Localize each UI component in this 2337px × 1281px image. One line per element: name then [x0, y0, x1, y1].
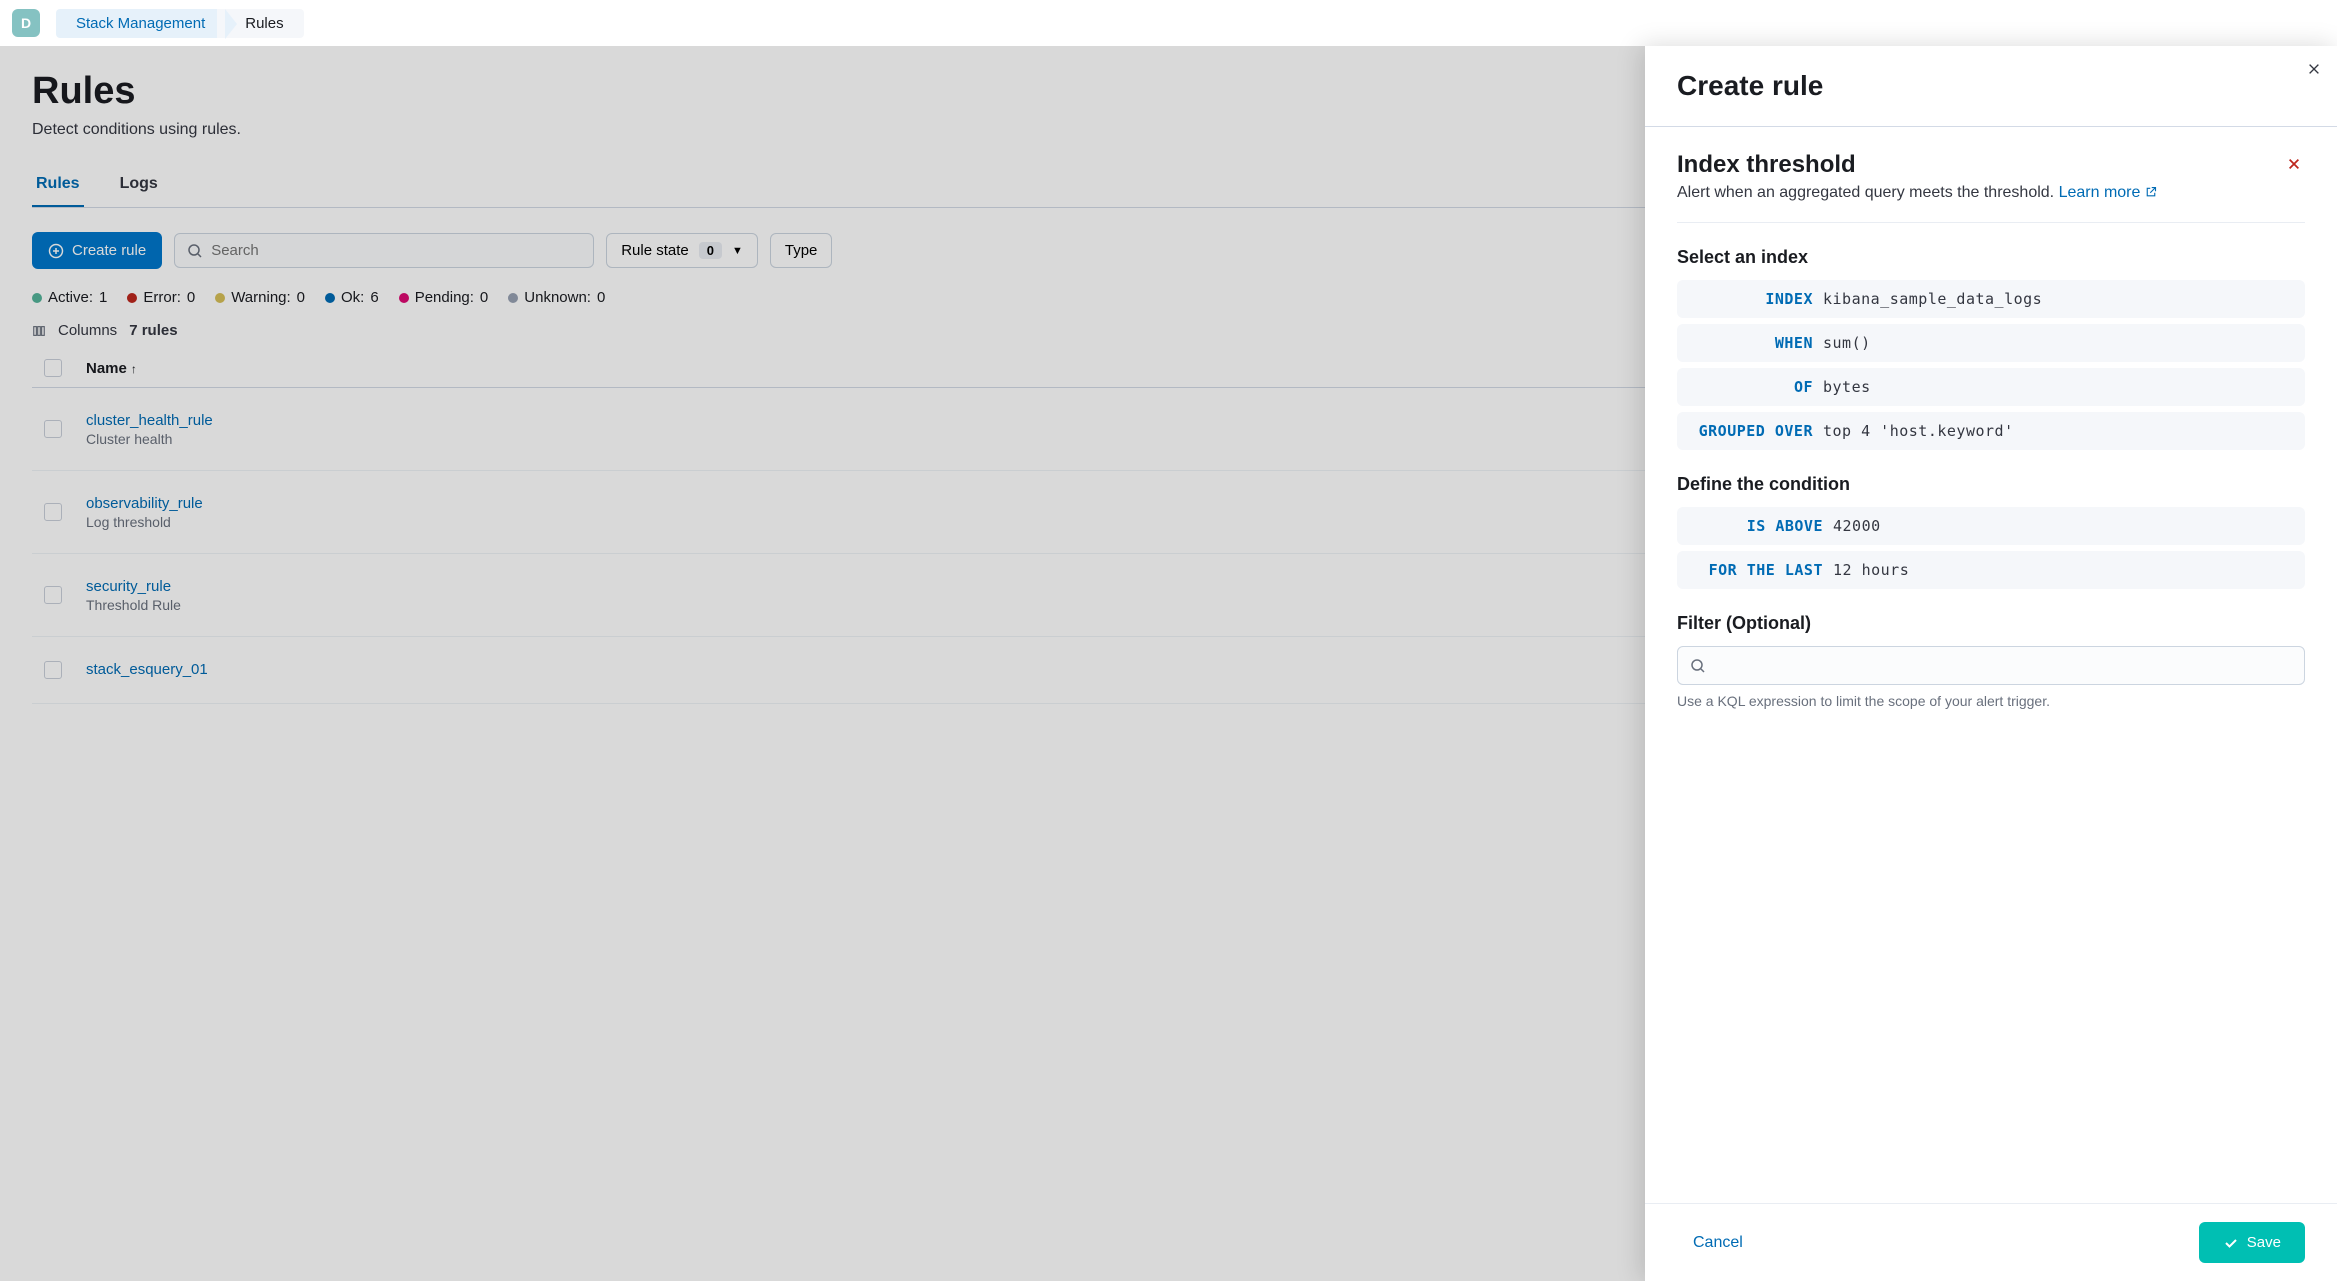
rule-state-count: 0 [699, 242, 722, 259]
external-link-icon [2145, 186, 2157, 198]
cancel-button[interactable]: Cancel [1677, 1224, 1759, 1262]
close-icon [2287, 157, 2301, 171]
create-rule-label: Create rule [72, 242, 146, 259]
columns-label[interactable]: Columns [58, 322, 117, 339]
rule-type-description: Alert when an aggregated query meets the… [1677, 184, 2305, 202]
rule-name-link[interactable]: cluster_health_rule [86, 412, 213, 429]
status-unknown[interactable]: Unknown: 0 [508, 289, 605, 306]
type-filter[interactable]: Type [770, 233, 833, 268]
dot-icon [127, 293, 137, 303]
close-flyout-button[interactable] [2303, 58, 2325, 85]
search-icon [187, 243, 203, 259]
row-checkbox[interactable] [44, 586, 62, 604]
dot-icon [32, 293, 42, 303]
breadcrumb-parent[interactable]: Stack Management [56, 9, 225, 38]
learn-more-link[interactable]: Learn more [2059, 184, 2157, 201]
search-box[interactable] [174, 233, 594, 268]
kql-filter-input[interactable] [1714, 657, 2292, 674]
status-pending[interactable]: Pending: 0 [399, 289, 489, 306]
tab-rules[interactable]: Rules [32, 163, 84, 207]
tab-logs[interactable]: Logs [116, 163, 162, 207]
rule-name-link[interactable]: security_rule [86, 578, 181, 595]
space-avatar[interactable]: D [12, 9, 40, 37]
rule-type-label: Log threshold [86, 514, 203, 530]
columns-icon[interactable] [32, 324, 46, 338]
chevron-down-icon: ▼ [732, 245, 743, 257]
expr-index[interactable]: INDEXkibana_sample_data_logs [1677, 280, 2305, 318]
rule-name-link[interactable]: observability_rule [86, 495, 203, 512]
filter-help-text: Use a KQL expression to limit the scope … [1677, 693, 2305, 709]
search-icon [1690, 658, 1706, 674]
type-label: Type [785, 242, 818, 259]
define-condition-heading: Define the condition [1677, 474, 2305, 495]
select-index-heading: Select an index [1677, 247, 2305, 268]
expr-of[interactable]: OFbytes [1677, 368, 2305, 406]
expr-is-above[interactable]: IS ABOVE42000 [1677, 507, 2305, 545]
dot-icon [399, 293, 409, 303]
row-checkbox[interactable] [44, 420, 62, 438]
expr-grouped-over[interactable]: GROUPED OVERtop 4 'host.keyword' [1677, 412, 2305, 450]
select-all-checkbox[interactable] [44, 359, 62, 377]
create-rule-button[interactable]: Create rule [32, 232, 162, 269]
rule-type-title: Index threshold [1677, 151, 1856, 179]
rule-state-filter[interactable]: Rule state 0 ▼ [606, 233, 758, 268]
filter-heading: Filter (Optional) [1677, 613, 2305, 634]
plus-circle-icon [48, 243, 64, 259]
rule-name-link[interactable]: stack_esquery_01 [86, 661, 208, 678]
col-name[interactable]: Name↑ [74, 349, 1765, 388]
flyout-footer: Cancel Save [1645, 1203, 2337, 1281]
dot-icon [215, 293, 225, 303]
remove-rule-type-button[interactable] [2283, 151, 2305, 180]
close-icon [2307, 62, 2321, 76]
rule-state-label: Rule state [621, 242, 689, 259]
rule-type-label: Threshold Rule [86, 597, 181, 613]
flyout-body: Index threshold Alert when an aggregated… [1645, 127, 2337, 1203]
row-checkbox[interactable] [44, 661, 62, 679]
dot-icon [508, 293, 518, 303]
row-checkbox[interactable] [44, 503, 62, 521]
create-rule-flyout: Create rule Index threshold Alert when a… [1645, 46, 2337, 1281]
expr-for-last[interactable]: FOR THE LAST12 hours [1677, 551, 2305, 589]
status-active[interactable]: Active: 1 [32, 289, 107, 306]
rule-type-label: Cluster health [86, 431, 213, 447]
save-button[interactable]: Save [2199, 1222, 2305, 1263]
status-warning[interactable]: Warning: 0 [215, 289, 305, 306]
flyout-header: Create rule [1645, 46, 2337, 127]
status-ok[interactable]: Ok: 6 [325, 289, 379, 306]
check-icon [2223, 1235, 2239, 1251]
breadcrumb: D Stack Management Rules [0, 0, 2337, 46]
search-input[interactable] [211, 242, 581, 259]
total-rules: 7 rules [129, 322, 177, 339]
status-error[interactable]: Error: 0 [127, 289, 195, 306]
sort-ascending-icon: ↑ [131, 362, 137, 376]
filter-input-wrapper[interactable] [1677, 646, 2305, 685]
dot-icon [325, 293, 335, 303]
flyout-title: Create rule [1677, 70, 2305, 102]
expr-when[interactable]: WHENsum() [1677, 324, 2305, 362]
